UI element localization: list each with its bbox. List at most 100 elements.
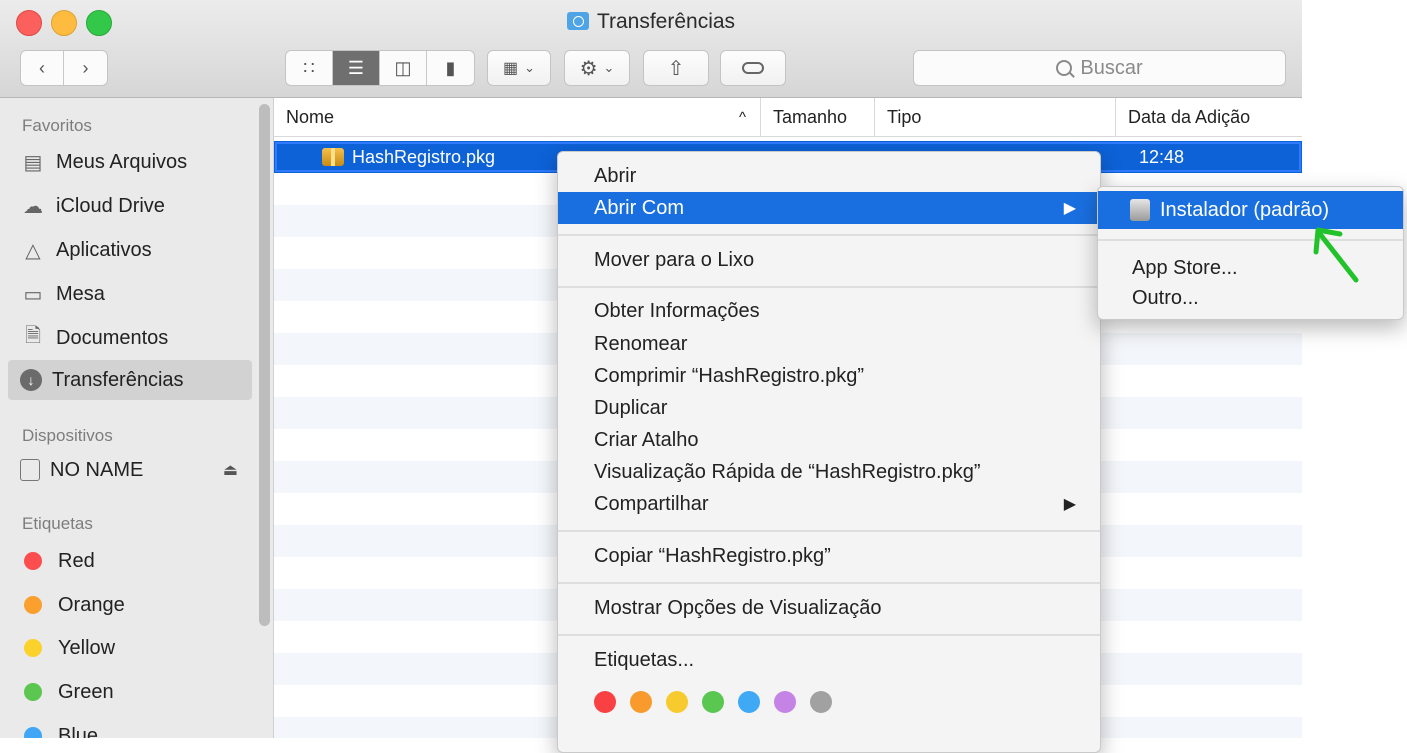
red-tag-color-icon[interactable] [594, 691, 616, 713]
back-button[interactable]: ‹ [21, 51, 64, 85]
sidebar-item-all-files[interactable]: ▤ Meus Arquivos [8, 142, 252, 182]
green-tag-dot-icon [24, 683, 42, 701]
sidebar-tag-red[interactable]: Red [8, 541, 252, 581]
list-icon: ☰ [347, 57, 365, 78]
tag-icon [742, 62, 764, 74]
package-icon [322, 148, 344, 166]
column-header-kind[interactable]: Tipo [874, 98, 1115, 136]
sidebar-tag-orange[interactable]: Orange [8, 585, 252, 625]
desktop-icon: ▭ [23, 283, 43, 306]
favorites-header: Favoritos [22, 116, 92, 135]
column-header-size[interactable]: Tamanho [760, 98, 874, 136]
sidebar-tag-green[interactable]: Green [8, 672, 252, 712]
menu-item-share[interactable]: Compartilhar ▶ [558, 488, 1100, 520]
sidebar: Favoritos ▤ Meus Arquivos ☁ iCloud Drive… [0, 98, 274, 738]
green-annotation-arrow-icon [1313, 227, 1359, 283]
orange-tag-color-icon[interactable] [630, 691, 652, 713]
sidebar-item-desktop[interactable]: ▭ Mesa [8, 274, 252, 314]
arrange-grid-icon: ▦ [502, 60, 519, 77]
menu-item-tags[interactable]: Etiquetas... [558, 644, 1100, 676]
search-field[interactable]: Buscar [913, 50, 1286, 86]
tags-header: Etiquetas [22, 514, 93, 533]
menu-item-move-to-trash[interactable]: Mover para o Lixo [558, 244, 1100, 276]
devices-header: Dispositivos [22, 426, 113, 445]
menu-item-duplicate[interactable]: Duplicar [558, 392, 1100, 424]
edit-tags-button[interactable] [720, 50, 786, 86]
download-icon: ↓ [20, 369, 42, 391]
menu-separator [558, 530, 1100, 532]
purple-tag-color-icon[interactable] [774, 691, 796, 713]
yellow-tag-color-icon[interactable] [666, 691, 688, 713]
cover-flow-icon: ▮ [445, 57, 456, 78]
sidebar-item-no-name-drive[interactable]: NO NAME ⏏ [8, 450, 252, 490]
context-menu: Abrir Abrir Com ▶ Mover para o Lixo Obte… [557, 151, 1101, 753]
view-mode-selector: ∷ ☰ ◫ ▮ [285, 50, 475, 86]
blue-tag-dot-icon [24, 727, 42, 738]
menu-separator [558, 286, 1100, 288]
applications-icon: △ [25, 239, 41, 262]
window-title: Transferências [0, 10, 1302, 34]
blue-tag-color-icon[interactable] [738, 691, 760, 713]
cloud-icon: ☁ [23, 195, 43, 218]
orange-tag-dot-icon [24, 596, 42, 614]
red-tag-dot-icon [24, 552, 42, 570]
menu-item-show-view-options[interactable]: Mostrar Opções de Visualização [558, 592, 1100, 624]
share-button[interactable]: ⇧ [643, 50, 709, 86]
column-header-name[interactable]: Nome ^ [274, 98, 760, 136]
green-tag-color-icon[interactable] [702, 691, 724, 713]
eject-icon[interactable]: ⏏ [223, 460, 238, 480]
menu-item-copy[interactable]: Copiar “HashRegistro.pkg” [558, 540, 1100, 572]
submenu-arrow-icon: ▶ [1063, 496, 1076, 513]
column-header-date-added[interactable]: Data da Adição [1115, 98, 1302, 136]
forward-button[interactable]: › [64, 51, 107, 85]
cover-flow-button[interactable]: ▮ [427, 51, 474, 85]
list-header: Nome ^ Tamanho Tipo Data da Adição [274, 98, 1302, 137]
submenu-item-installer[interactable]: Instalador (padrão) [1098, 191, 1403, 229]
document-icon: 🗎 [24, 325, 42, 347]
arrange-button[interactable]: ▦ ⌄ [487, 50, 551, 86]
menu-item-compress[interactable]: Comprimir “HashRegistro.pkg” [558, 360, 1100, 392]
chevron-down-icon: ⌄ [603, 60, 615, 75]
navigation-buttons: ‹ › [20, 50, 108, 86]
sidebar-item-downloads[interactable]: ↓ Transferências [8, 360, 252, 400]
gear-icon: ⚙ [579, 57, 598, 80]
list-view-button[interactable]: ☰ [333, 51, 380, 85]
sidebar-scrollbar[interactable] [259, 104, 270, 626]
chevron-right-icon: › [82, 57, 89, 78]
all-files-icon: ▤ [23, 151, 43, 174]
gray-tag-color-icon[interactable] [810, 691, 832, 713]
icon-view-button[interactable]: ∷ [286, 51, 333, 85]
columns-icon: ◫ [394, 57, 412, 78]
yellow-tag-dot-icon [24, 639, 42, 657]
file-date-cell: 12:48 [1139, 146, 1185, 167]
sidebar-item-applications[interactable]: △ Aplicativos [8, 230, 252, 270]
share-icon: ⇧ [667, 57, 685, 80]
grid-icon: ∷ [303, 57, 315, 78]
submenu-arrow-icon: ▶ [1063, 200, 1076, 217]
file-name-cell: HashRegistro.pkg [322, 141, 495, 173]
search-icon [1056, 60, 1073, 76]
menu-separator [558, 634, 1100, 636]
menu-item-open[interactable]: Abrir [558, 160, 1100, 192]
menu-separator [558, 234, 1100, 236]
toolbar: Transferências ‹ › ∷ ☰ ◫ ▮ ▦ ⌄ ⚙ ⌄ ⇧ Busca… [0, 0, 1302, 98]
sidebar-item-documents[interactable]: 🗎 Documentos [8, 318, 252, 358]
tag-color-picker [594, 691, 846, 713]
menu-item-open-with[interactable]: Abrir Com ▶ [558, 192, 1100, 224]
chevron-down-icon: ⌄ [524, 60, 536, 75]
chevron-left-icon: ‹ [39, 57, 45, 78]
action-button[interactable]: ⚙ ⌄ [564, 50, 630, 86]
installer-icon [1130, 199, 1150, 221]
drive-icon [20, 459, 40, 481]
menu-item-get-info[interactable]: Obter Informações [558, 295, 1100, 327]
menu-item-quick-look[interactable]: Visualização Rápida de “HashRegistro.pkg… [558, 456, 1100, 488]
sidebar-tag-yellow[interactable]: Yellow [8, 628, 252, 668]
menu-separator [558, 582, 1100, 584]
menu-item-rename[interactable]: Renomear [558, 328, 1100, 360]
menu-item-make-alias[interactable]: Criar Atalho [558, 424, 1100, 456]
downloads-folder-icon [566, 12, 589, 30]
sidebar-tag-blue[interactable]: Blue [8, 716, 252, 738]
sort-ascending-icon: ^ [738, 108, 746, 126]
column-view-button[interactable]: ◫ [380, 51, 427, 85]
sidebar-item-icloud-drive[interactable]: ☁ iCloud Drive [8, 186, 252, 226]
